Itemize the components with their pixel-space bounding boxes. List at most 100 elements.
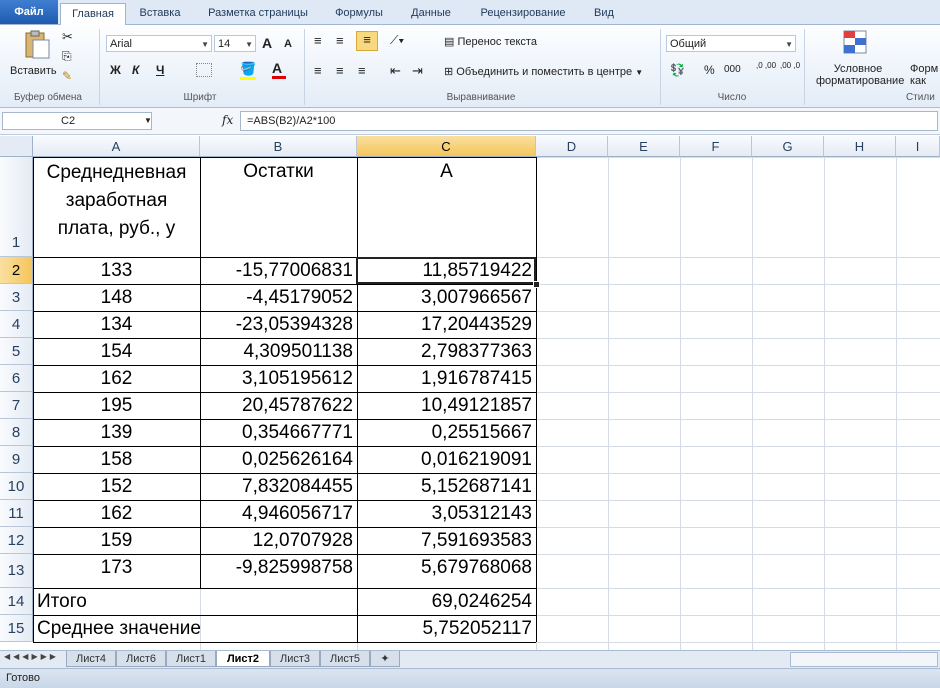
cell-c1[interactable]: A bbox=[357, 157, 536, 257]
cell-a12[interactable]: 159 bbox=[33, 527, 200, 554]
row-header-8[interactable]: 8 bbox=[0, 419, 33, 446]
underline-button[interactable]: Ч bbox=[156, 63, 164, 77]
sheet-tab[interactable]: Лист5 bbox=[320, 651, 370, 667]
decrease-decimal-button[interactable]: ,00 ,0 bbox=[780, 61, 800, 70]
cell-a1[interactable]: Среднедневная заработная плата, руб., y bbox=[33, 157, 200, 257]
align-center-icon[interactable]: ≡ bbox=[336, 63, 344, 78]
fill-handle[interactable] bbox=[533, 281, 540, 288]
paste-button[interactable]: Вставить bbox=[10, 65, 57, 77]
percent-button[interactable]: % bbox=[704, 63, 715, 77]
align-top-icon[interactable]: ≡ bbox=[314, 33, 322, 48]
fx-icon[interactable]: fx bbox=[222, 113, 233, 127]
cut-icon[interactable]: ✂ bbox=[62, 29, 73, 45]
column-header-g[interactable]: G bbox=[752, 136, 824, 157]
column-header-a[interactable]: A bbox=[33, 136, 200, 157]
format-painter-icon[interactable]: ✎ bbox=[62, 69, 72, 83]
column-header-d[interactable]: D bbox=[536, 136, 608, 157]
cell-c8[interactable]: 0,25515667 bbox=[357, 419, 536, 446]
cell-b11[interactable]: 4,946056717 bbox=[200, 500, 357, 527]
cell-a6[interactable]: 162 bbox=[33, 365, 200, 392]
number-format-select[interactable]: Общий ▼ bbox=[666, 35, 796, 52]
row-header-5[interactable]: 5 bbox=[0, 338, 33, 365]
grow-font-button[interactable]: A bbox=[262, 35, 272, 51]
conditional-formatting-button[interactable]: Условное форматирование bbox=[816, 63, 904, 87]
font-color-icon[interactable]: A bbox=[272, 60, 286, 79]
column-header-c[interactable]: C bbox=[357, 136, 536, 157]
sheet-tab-active[interactable]: Лист2 bbox=[216, 651, 270, 667]
cell-c9[interactable]: 0,016219091 bbox=[357, 446, 536, 473]
borders-icon[interactable] bbox=[196, 63, 212, 77]
cell-c13[interactable]: 5,679768068 bbox=[357, 554, 536, 588]
column-header-f[interactable]: F bbox=[680, 136, 752, 157]
cell-a2[interactable]: 133 bbox=[33, 257, 200, 284]
cell-a15[interactable]: Среднее значение bbox=[33, 615, 357, 642]
sheet-nav-arrows-icon[interactable]: ◀◀◀▶▶▶ bbox=[4, 652, 59, 661]
font-name-select[interactable]: Arial ▼ bbox=[106, 35, 212, 52]
row-header-13[interactable]: 13 bbox=[0, 554, 33, 588]
column-header-b[interactable]: B bbox=[200, 136, 357, 157]
tab-data[interactable]: Данные bbox=[400, 3, 462, 23]
chevron-down-icon[interactable]: ▼ bbox=[144, 116, 152, 125]
orientation-icon[interactable]: ⟋▾ bbox=[390, 33, 404, 48]
tab-view[interactable]: Вид bbox=[584, 3, 624, 23]
cell-a4[interactable]: 134 bbox=[33, 311, 200, 338]
align-right-icon[interactable]: ≡ bbox=[358, 63, 366, 78]
cell-b2[interactable]: -15,77006831 bbox=[200, 257, 357, 284]
row-header-15[interactable]: 15 bbox=[0, 615, 33, 642]
copy-icon[interactable]: ⎘ bbox=[62, 49, 72, 64]
name-box[interactable]: C2 bbox=[2, 112, 152, 130]
cell-c15[interactable]: 5,752052117 bbox=[357, 615, 536, 642]
select-all-button[interactable] bbox=[0, 136, 33, 157]
cell-c11[interactable]: 3,05312143 bbox=[357, 500, 536, 527]
tab-insert[interactable]: Вставка bbox=[128, 3, 192, 23]
cell-a9[interactable]: 158 bbox=[33, 446, 200, 473]
align-middle-icon[interactable]: ≡ bbox=[336, 33, 344, 48]
cell-a11[interactable]: 162 bbox=[33, 500, 200, 527]
row-header-7[interactable]: 7 bbox=[0, 392, 33, 419]
increase-indent-icon[interactable]: ⇥ bbox=[412, 63, 423, 79]
row-header-9[interactable]: 9 bbox=[0, 446, 33, 473]
cell-c12[interactable]: 7,591693583 bbox=[357, 527, 536, 554]
horizontal-scrollbar[interactable] bbox=[790, 652, 938, 667]
align-left-icon[interactable]: ≡ bbox=[314, 63, 322, 78]
sheet-tab[interactable]: Лист3 bbox=[270, 651, 320, 667]
decrease-indent-icon[interactable]: ⇤ bbox=[390, 63, 401, 79]
cell-b7[interactable]: 20,45787622 bbox=[200, 392, 357, 419]
cell-c5[interactable]: 2,798377363 bbox=[357, 338, 536, 365]
cell-b6[interactable]: 3,105195612 bbox=[200, 365, 357, 392]
tab-home[interactable]: Главная bbox=[60, 3, 126, 25]
increase-decimal-button[interactable]: ,0 ,00 bbox=[756, 61, 776, 70]
cell-a5[interactable]: 154 bbox=[33, 338, 200, 365]
sheet-tab[interactable]: Лист4 bbox=[66, 651, 116, 667]
cell-c4[interactable]: 17,20443529 bbox=[357, 311, 536, 338]
tab-page-layout[interactable]: Разметка страницы bbox=[196, 3, 320, 23]
tab-review[interactable]: Рецензирование bbox=[470, 3, 576, 23]
cell-b1[interactable]: Остатки bbox=[200, 157, 357, 257]
formula-input[interactable]: =ABS(B2)/A2*100 bbox=[240, 111, 938, 131]
row-header-10[interactable]: 10 bbox=[0, 473, 33, 500]
cell-b10[interactable]: 7,832084455 bbox=[200, 473, 357, 500]
cell-b8[interactable]: 0,354667771 bbox=[200, 419, 357, 446]
cell-a7[interactable]: 195 bbox=[33, 392, 200, 419]
cell-a14[interactable]: Итого bbox=[33, 588, 200, 615]
cell-a13[interactable]: 173 bbox=[33, 554, 200, 588]
tab-formulas[interactable]: Формулы bbox=[326, 3, 392, 23]
column-header-i[interactable]: I bbox=[896, 136, 940, 157]
column-header-h[interactable]: H bbox=[824, 136, 896, 157]
cell-b13[interactable]: -9,825998758 bbox=[200, 554, 357, 588]
format-as-table-button[interactable]: Форм как bbox=[910, 63, 940, 87]
cell-b5[interactable]: 4,309501138 bbox=[200, 338, 357, 365]
merge-center-button[interactable]: ⊞ Объединить и поместить в центре ▼ bbox=[444, 65, 643, 78]
cell-a3[interactable]: 148 bbox=[33, 284, 200, 311]
bold-button[interactable]: Ж bbox=[110, 63, 121, 77]
cell-a8[interactable]: 139 bbox=[33, 419, 200, 446]
row-header-4[interactable]: 4 bbox=[0, 311, 33, 338]
paste-icon[interactable] bbox=[20, 29, 52, 61]
cell-b9[interactable]: 0,025626164 bbox=[200, 446, 357, 473]
tab-file[interactable]: Файл bbox=[0, 0, 58, 24]
font-size-select[interactable]: 14 ▼ bbox=[214, 35, 256, 52]
cell-b4[interactable]: -23,05394328 bbox=[200, 311, 357, 338]
cell-c10[interactable]: 5,152687141 bbox=[357, 473, 536, 500]
row-header-14[interactable]: 14 bbox=[0, 588, 33, 615]
conditional-formatting-icon[interactable] bbox=[842, 29, 870, 60]
